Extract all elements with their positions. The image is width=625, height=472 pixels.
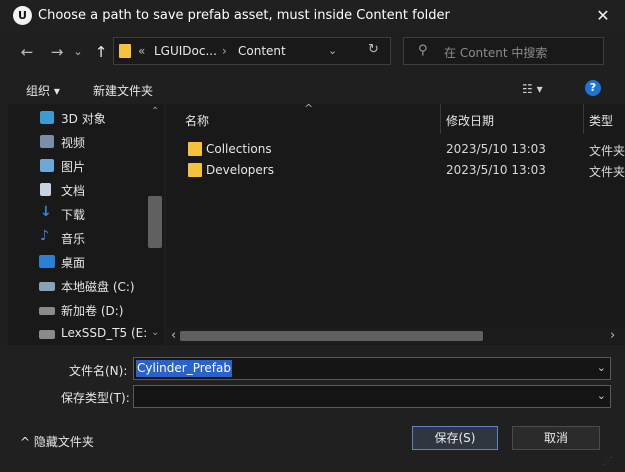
navigation-pane: 3D 对象 视频 图片 文档 ↓ 下载 ♪ 音乐 桌面 本地磁盘 (C:) 新加…	[8, 104, 164, 345]
scroll-right-icon[interactable]: ›	[610, 328, 615, 343]
address-dropdown-icon[interactable]: ⌄	[328, 44, 337, 57]
sidebar-item-pictures[interactable]: 图片	[8, 154, 148, 178]
sidebar-item-downloads[interactable]: ↓ 下载	[8, 202, 148, 226]
sidebar-item-label: 文档	[61, 184, 86, 198]
sidebar-item-label: 音乐	[61, 232, 86, 246]
up-button[interactable]: ↑	[91, 42, 111, 62]
back-button[interactable]: ←	[17, 42, 37, 62]
column-divider[interactable]	[583, 104, 584, 134]
sort-ascending-icon: ^	[304, 104, 314, 115]
search-placeholder: 在 Content 中搜索	[444, 46, 548, 60]
column-header-date[interactable]: 修改日期	[446, 112, 494, 129]
filetype-select[interactable]: ⌄	[133, 385, 611, 408]
chevron-down-icon[interactable]: ⌄	[597, 389, 606, 402]
filetype-label: 保存类型(T):	[61, 391, 130, 405]
organize-menu-button[interactable]: 组织 ▾	[26, 82, 60, 99]
filename-label: 文件名(N):	[69, 364, 128, 378]
picture-icon	[40, 159, 54, 172]
file-type: 文件夹	[589, 144, 625, 158]
hide-folders-toggle[interactable]: ^ 隐藏文件夹	[20, 433, 94, 450]
sidebar-item-lexssd-e[interactable]: LexSSD_T5 (E:)	[8, 322, 152, 345]
scroll-up-icon[interactable]: ⌃	[151, 106, 159, 117]
dialog-title: Choose a path to save prefab asset, must…	[38, 8, 450, 23]
sidebar-item-local-disk-c[interactable]: 本地磁盘 (C:)	[8, 274, 148, 298]
sidebar-item-videos[interactable]: 视频	[8, 130, 148, 154]
scroll-left-icon[interactable]: ‹	[171, 328, 176, 343]
file-list-scroll-thumb[interactable]	[180, 331, 483, 341]
breadcrumb-overflow[interactable]: «	[138, 44, 145, 58]
file-date: 2023/5/10 13:03	[446, 142, 546, 156]
filename-field[interactable]: Cylinder_Prefab ⌄	[133, 357, 611, 380]
new-folder-button[interactable]: 新建文件夹	[93, 82, 153, 99]
table-row[interactable]: Developers 2023/5/10 13:03 文件夹	[166, 160, 625, 182]
resize-grip-icon[interactable]: ⋰	[603, 456, 617, 468]
sidebar-item-label: 下载	[61, 208, 86, 222]
usb-drive-icon	[39, 330, 55, 339]
file-type: 文件夹	[589, 165, 625, 179]
cube-icon	[40, 111, 54, 124]
video-icon	[40, 135, 54, 148]
file-date: 2023/5/10 13:03	[446, 163, 546, 177]
drive-windows-icon	[39, 282, 55, 291]
refresh-icon[interactable]: ↻	[368, 42, 379, 57]
folder-icon	[188, 142, 202, 156]
desktop-icon	[39, 255, 55, 268]
breadcrumb-current[interactable]: Content	[238, 44, 286, 58]
sidebar-item-new-volume-d[interactable]: 新加卷 (D:)	[8, 298, 148, 322]
close-button[interactable]: ✕	[591, 4, 615, 28]
scroll-down-icon[interactable]: ⌄	[151, 327, 159, 338]
sidebar-item-label: 3D 对象	[61, 112, 106, 126]
sidebar-item-music[interactable]: ♪ 音乐	[8, 226, 148, 250]
forward-button[interactable]: →	[47, 42, 67, 62]
breadcrumb-separator-icon[interactable]: ›	[222, 44, 227, 58]
sidebar-item-desktop[interactable]: 桌面	[8, 250, 148, 274]
folder-icon	[119, 44, 131, 58]
cancel-button[interactable]: 取消	[512, 426, 600, 450]
drive-icon	[39, 307, 55, 315]
sidebar-item-3d-objects[interactable]: 3D 对象	[8, 106, 148, 130]
file-list: ^ 名称 修改日期 类型 Collections 2023/5/10 13:03…	[166, 104, 625, 345]
file-name: Developers	[206, 163, 274, 177]
unreal-logo-icon: U	[13, 6, 32, 25]
download-icon: ↓	[40, 204, 52, 220]
column-header-name[interactable]: 名称	[185, 112, 209, 129]
search-input[interactable]: ⚲ 在 Content 中搜索	[403, 37, 604, 65]
table-row[interactable]: Collections 2023/5/10 13:03 文件夹	[166, 138, 625, 160]
chevron-down-icon[interactable]: ⌄	[597, 361, 606, 374]
sidebar-item-documents[interactable]: 文档	[8, 178, 148, 202]
sidebar-item-label: 视频	[61, 136, 86, 150]
view-options-icon[interactable]: ☷ ▾	[522, 82, 543, 96]
sidebar-item-label: 新加卷 (D:)	[61, 304, 124, 318]
filename-value[interactable]: Cylinder_Prefab	[136, 360, 232, 377]
breadcrumb-parent[interactable]: LGUIDoc...	[154, 44, 217, 58]
sidebar-scroll-thumb[interactable]	[148, 196, 162, 248]
sidebar-item-label: 本地磁盘 (C:)	[61, 280, 135, 294]
save-dialog: U Choose a path to save prefab asset, mu…	[0, 0, 625, 472]
column-header-type[interactable]: 类型	[589, 112, 613, 129]
recent-locations-button[interactable]: ⌄	[72, 42, 84, 62]
music-icon: ♪	[40, 228, 49, 244]
save-button[interactable]: 保存(S)	[412, 426, 498, 450]
document-icon	[40, 183, 51, 196]
address-bar[interactable]: « LGUIDoc... › Content ⌄ ↻	[113, 37, 391, 65]
folder-icon	[188, 163, 202, 177]
file-name: Collections	[206, 142, 272, 156]
title-bar: U Choose a path to save prefab asset, mu…	[0, 0, 625, 32]
help-icon[interactable]: ?	[585, 80, 601, 96]
command-bar: 组织 ▾ 新建文件夹 ☷ ▾	[0, 74, 625, 104]
sidebar-item-label: 桌面	[61, 256, 86, 270]
column-divider[interactable]	[440, 104, 441, 134]
sidebar-item-label: 图片	[61, 160, 86, 174]
sidebar-item-label: LexSSD_T5 (E:)	[61, 326, 152, 340]
search-icon: ⚲	[418, 43, 428, 58]
